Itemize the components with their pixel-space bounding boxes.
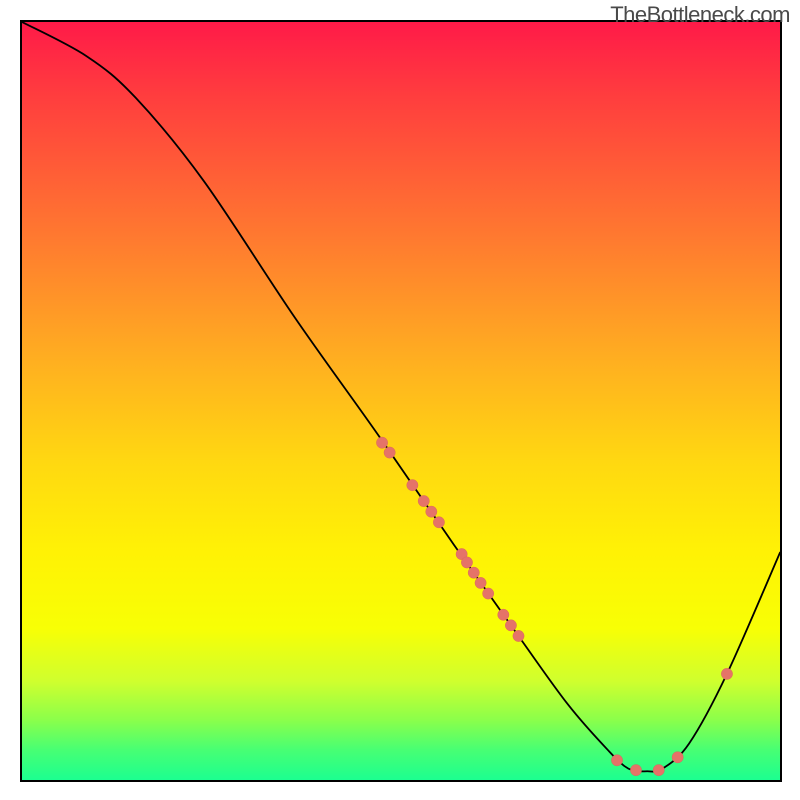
chart-marker bbox=[672, 752, 683, 763]
chart-marker bbox=[468, 567, 479, 578]
chart-marker bbox=[433, 517, 444, 528]
chart-marker bbox=[498, 609, 509, 620]
chart-marker bbox=[407, 479, 418, 490]
chart-marker bbox=[630, 764, 641, 775]
chart-marker bbox=[384, 447, 395, 458]
chart-marker bbox=[611, 755, 622, 766]
chart-marker bbox=[475, 577, 486, 588]
chart-marker bbox=[653, 764, 664, 775]
chart-marker bbox=[513, 630, 524, 641]
chart-background bbox=[22, 22, 780, 780]
chart-marker bbox=[482, 588, 493, 599]
watermark-text: TheBottleneck.com bbox=[610, 2, 790, 28]
chart-marker bbox=[426, 506, 437, 517]
chart-marker bbox=[461, 557, 472, 568]
chart-marker bbox=[376, 437, 387, 448]
chart-marker bbox=[505, 620, 516, 631]
chart-plot bbox=[20, 20, 782, 782]
chart-marker bbox=[721, 668, 732, 679]
chart-marker bbox=[418, 495, 429, 506]
chart-svg bbox=[22, 22, 780, 780]
